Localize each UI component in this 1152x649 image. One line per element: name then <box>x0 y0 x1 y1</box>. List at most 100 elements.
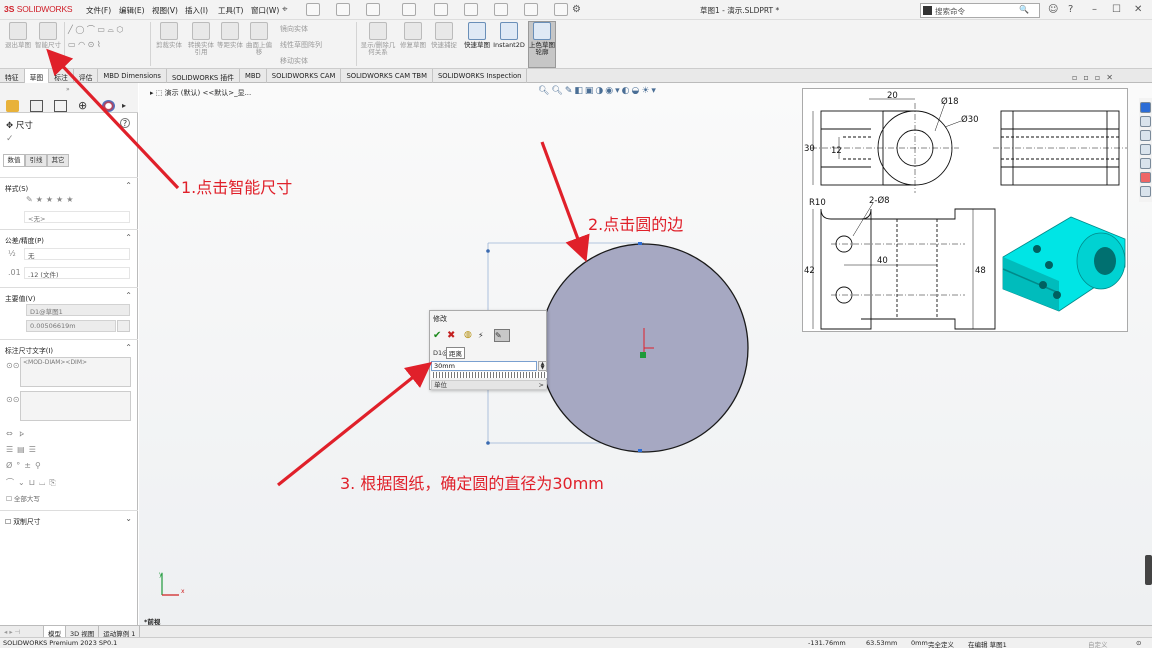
menu-window[interactable]: 窗口(W) <box>251 5 284 16</box>
collapse-icon[interactable]: » <box>66 86 70 93</box>
design-library-icon[interactable] <box>1140 116 1151 127</box>
menu-tools[interactable]: 工具(T) <box>218 5 251 16</box>
offset-entities-button[interactable]: 等距实体 <box>216 22 244 49</box>
symbol-icons[interactable]: Ø°±⚲ <box>6 461 45 470</box>
tab-features[interactable]: 特征 <box>0 69 25 83</box>
rectangle-icon[interactable]: ▭ ◠ ⊙ ⌇ <box>68 40 101 49</box>
menu-file[interactable]: 文件(F) <box>86 5 119 16</box>
menu-insert[interactable]: 插入(I) <box>185 5 218 16</box>
pin-icon[interactable]: ⌖ <box>282 4 288 15</box>
modify-unit-row[interactable]: 单位 > <box>431 380 547 390</box>
subtab-other[interactable]: 其它 <box>47 154 69 167</box>
config-manager-tab-icon[interactable] <box>54 100 67 112</box>
print-icon[interactable] <box>402 3 416 16</box>
options-gear-icon[interactable]: ⚙ <box>572 4 581 15</box>
instant2d-button[interactable]: Instant2D <box>492 22 526 49</box>
circle-center-point[interactable] <box>640 352 646 358</box>
appearances-icon[interactable] <box>1140 172 1151 183</box>
dimension-text-box-top[interactable]: <MOD-DIAM><DIM> <box>20 357 131 387</box>
reset-icon[interactable]: ⚡ <box>478 330 484 341</box>
dual-dimension-section[interactable]: ☐ 双制尺寸 ⌄ <box>0 510 138 528</box>
tab-model[interactable]: 模型 <box>44 626 66 638</box>
display-delete-relations-button[interactable]: 显示/删除几何关系 <box>360 22 396 56</box>
modify-cancel-button[interactable]: ✖ <box>447 330 455 341</box>
alignment-icons[interactable]: ☰▤☰ <box>6 445 40 454</box>
file-explorer-icon[interactable] <box>1140 130 1151 141</box>
justify-icons[interactable]: ⇔ ⦠ <box>6 429 26 439</box>
user-icon[interactable]: ☺ <box>1048 4 1058 15</box>
modify-spinner[interactable]: ▲ ▼ <box>538 361 547 371</box>
primary-value-field[interactable]: 0.00506619m <box>26 320 116 332</box>
solidworks-logo[interactable]: 3S SOLIDWORKS <box>4 4 73 14</box>
tolerance-type-dropdown[interactable]: 无 <box>24 248 130 260</box>
search-commands-input[interactable]: 搜索命令 🔍 <box>920 3 1040 18</box>
circle-handle-bottom[interactable] <box>638 449 642 452</box>
tab-mbd-dimensions[interactable]: MBD Dimensions <box>98 69 167 83</box>
custom-properties-icon[interactable] <box>1140 186 1151 197</box>
redo-icon[interactable] <box>464 3 478 16</box>
close-icon[interactable]: ✕ <box>1134 4 1142 15</box>
modify-value-input[interactable]: 30mm <box>431 361 537 371</box>
quick-snaps-button[interactable]: 快速捕捉 <box>430 22 458 49</box>
folder-icon[interactable] <box>1140 144 1151 155</box>
rapid-sketch-button[interactable]: 快速草图 <box>462 22 492 49</box>
open-icon[interactable] <box>366 3 380 16</box>
dimension-text-section-header[interactable]: 标注尺寸文字(I) ⌃ <box>0 339 138 355</box>
tab-cam-tbm[interactable]: SOLIDWORKS CAM TBM <box>341 69 433 83</box>
dimension-text-box-bottom[interactable] <box>20 391 131 421</box>
trim-entities-button[interactable]: 剪裁实体 <box>154 22 184 49</box>
line-icon[interactable]: ╱ ◯ ⌒ ▭ ⌓ ⬡ <box>68 24 123 35</box>
style-section-header[interactable]: 样式(S) ⌃ <box>0 177 138 193</box>
solidworks-resources-icon[interactable] <box>1140 102 1151 113</box>
tab-cam[interactable]: SOLIDWORKS CAM <box>267 69 342 83</box>
primary-value-section-header[interactable]: 主要值(V) ⌃ <box>0 287 138 303</box>
repair-sketch-button[interactable]: 修复草图 <box>398 22 428 49</box>
menu-edit[interactable]: 编辑(E) <box>119 5 152 16</box>
precision-dropdown[interactable]: .12 (文件) <box>24 267 130 279</box>
search-icon[interactable]: 🔍 <box>1019 5 1029 14</box>
help-icon[interactable]: ? <box>1068 4 1073 15</box>
tolerance-section-header[interactable]: 公差/精度(P) ⌃ <box>0 229 138 245</box>
style-toolbar-icons[interactable]: ✎★★★★ <box>26 195 76 204</box>
mark-dimension-icon[interactable]: ✎ <box>494 329 510 342</box>
status-help-icon[interactable]: ⊙ <box>1136 639 1141 647</box>
offset-on-surface-button[interactable]: 曲面上偏移 <box>246 22 272 56</box>
tab-nav-arrows[interactable]: ◂ ▸ ⊣ <box>0 626 44 637</box>
smart-dimension-button[interactable]: 智能尺寸 <box>34 22 62 49</box>
subtab-value[interactable]: 数值 <box>3 154 25 167</box>
mirror-entities-button[interactable]: 镜向实体 <box>280 24 308 34</box>
menu-view[interactable]: 视图(V) <box>152 5 185 16</box>
all-uppercase-checkbox[interactable]: ☐ 全部大写 <box>6 493 40 503</box>
symbol-row-2-icons[interactable]: ⌒⌄⊔⌴⎘ <box>6 477 60 488</box>
undo-icon[interactable] <box>434 3 448 16</box>
rebuild-icon[interactable] <box>524 3 538 16</box>
minimize-icon[interactable]: – <box>1092 4 1097 15</box>
tab-sketch[interactable]: 草图 <box>24 69 50 83</box>
modify-thumbwheel[interactable] <box>431 372 547 378</box>
file-properties-icon[interactable] <box>554 3 568 16</box>
feature-manager-tab-icon[interactable] <box>6 100 19 112</box>
move-entities-button[interactable]: 移动实体 <box>280 56 308 66</box>
display-manager-tab-icon[interactable] <box>102 100 115 112</box>
ok-icon[interactable]: ✓ <box>6 134 14 144</box>
tab-mbd[interactable]: MBD <box>240 69 267 83</box>
view-palette-icon[interactable] <box>1140 158 1151 169</box>
exit-sketch-button[interactable]: 退出草图 <box>4 22 32 49</box>
tab-3d-views[interactable]: 3D 视图 <box>66 626 100 638</box>
tab-evaluate[interactable]: 评估 <box>74 69 99 83</box>
subtab-leaders[interactable]: 引线 <box>25 154 47 167</box>
new-document-icon[interactable] <box>336 3 350 16</box>
tab-inspection[interactable]: SOLIDWORKS Inspection <box>433 69 528 83</box>
tab-motion-study[interactable]: 运动算例 1 <box>99 626 141 638</box>
rebuild-icon[interactable]: ◍ <box>464 330 472 341</box>
tab-markup[interactable]: 标注 <box>49 69 74 83</box>
modify-ok-button[interactable]: ✔ <box>433 330 441 341</box>
home-icon[interactable] <box>306 3 320 16</box>
property-manager-tab-icon[interactable] <box>30 100 43 112</box>
dimxpert-tab-icon[interactable]: ⊕ <box>78 100 91 112</box>
convert-entities-button[interactable]: 转换实体引用 <box>186 22 216 56</box>
primary-value-name[interactable]: D1@草图1 <box>26 304 130 316</box>
help-icon[interactable]: ? <box>120 118 130 128</box>
tab-addins[interactable]: SOLIDWORKS 插件 <box>167 69 240 83</box>
more-tabs-icon[interactable]: ▸ <box>122 101 126 110</box>
